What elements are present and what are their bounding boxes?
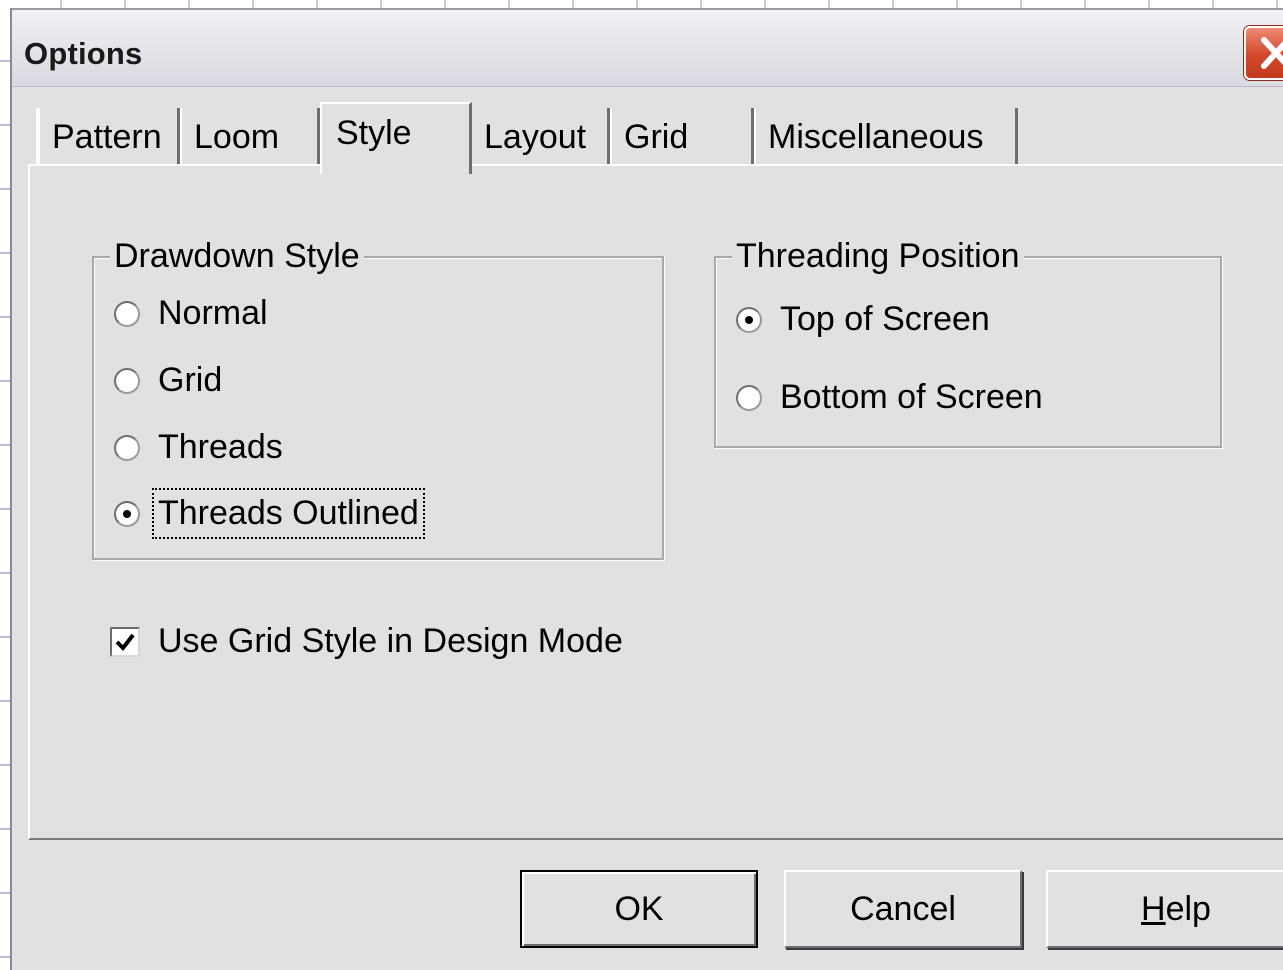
tab-label: Layout <box>484 117 587 156</box>
tab-style[interactable]: Style <box>320 102 472 174</box>
group-label: Drawdown Style <box>110 236 364 276</box>
radio-button[interactable] <box>736 384 762 411</box>
radio-button[interactable] <box>114 434 140 461</box>
tab-label: Pattern <box>52 117 162 156</box>
checkbox-label: Use Grid Style in Design Mode <box>158 622 623 660</box>
radio-button[interactable] <box>736 306 762 333</box>
radio-label: Threads <box>158 428 283 466</box>
options-dialog: Options Pattern Loom Style Layout Grid M… <box>10 8 1283 970</box>
button-label: OK <box>614 889 664 928</box>
radio-grid[interactable]: Grid <box>114 361 222 400</box>
radio-bottom-of-screen[interactable]: Bottom of Screen <box>736 378 1043 417</box>
tab-label: Grid <box>624 117 689 156</box>
help-mnemonic: H <box>1141 889 1166 928</box>
checkmark-icon <box>115 633 135 651</box>
radio-button[interactable] <box>114 500 140 527</box>
button-label: Help <box>1141 890 1211 929</box>
radio-button[interactable] <box>114 300 140 327</box>
tab-pattern[interactable]: Pattern <box>36 108 180 166</box>
help-label-rest: elp <box>1165 889 1211 928</box>
help-button[interactable]: Help <box>1046 870 1283 948</box>
cancel-button[interactable]: Cancel <box>784 870 1022 948</box>
tab-label: Loom <box>194 117 280 156</box>
ok-button[interactable]: OK <box>520 870 758 948</box>
radio-normal[interactable]: Normal <box>114 294 268 333</box>
background-ruler-left <box>0 0 10 958</box>
dialog-title: Options <box>24 36 143 71</box>
title-bar[interactable]: Options <box>12 10 1283 87</box>
radio-threads[interactable]: Threads <box>114 428 283 467</box>
use-grid-style-checkbox[interactable]: Use Grid Style in Design Mode <box>110 622 623 661</box>
close-button[interactable] <box>1244 26 1283 80</box>
checkbox[interactable] <box>110 626 140 657</box>
tab-label: Miscellaneous <box>768 117 984 156</box>
radio-label: Normal <box>158 294 268 332</box>
button-label: Cancel <box>850 889 956 928</box>
tab-layout[interactable]: Layout <box>470 108 610 166</box>
radio-top-of-screen[interactable]: Top of Screen <box>736 300 990 339</box>
tab-miscellaneous[interactable]: Miscellaneous <box>754 108 1018 166</box>
radio-label: Top of Screen <box>780 300 990 338</box>
radio-label: Bottom of Screen <box>780 378 1043 416</box>
radio-threads-outlined[interactable]: Threads Outlined <box>114 488 425 539</box>
radio-label: Threads Outlined <box>152 488 425 539</box>
radio-button[interactable] <box>114 367 140 394</box>
threading-position-group: Threading Position <box>714 236 1222 448</box>
group-label: Threading Position <box>732 236 1024 276</box>
tab-grid[interactable]: Grid <box>610 108 754 166</box>
radio-label: Grid <box>158 361 223 399</box>
tab-loom[interactable]: Loom <box>180 108 320 166</box>
tab-label: Style <box>336 114 412 152</box>
